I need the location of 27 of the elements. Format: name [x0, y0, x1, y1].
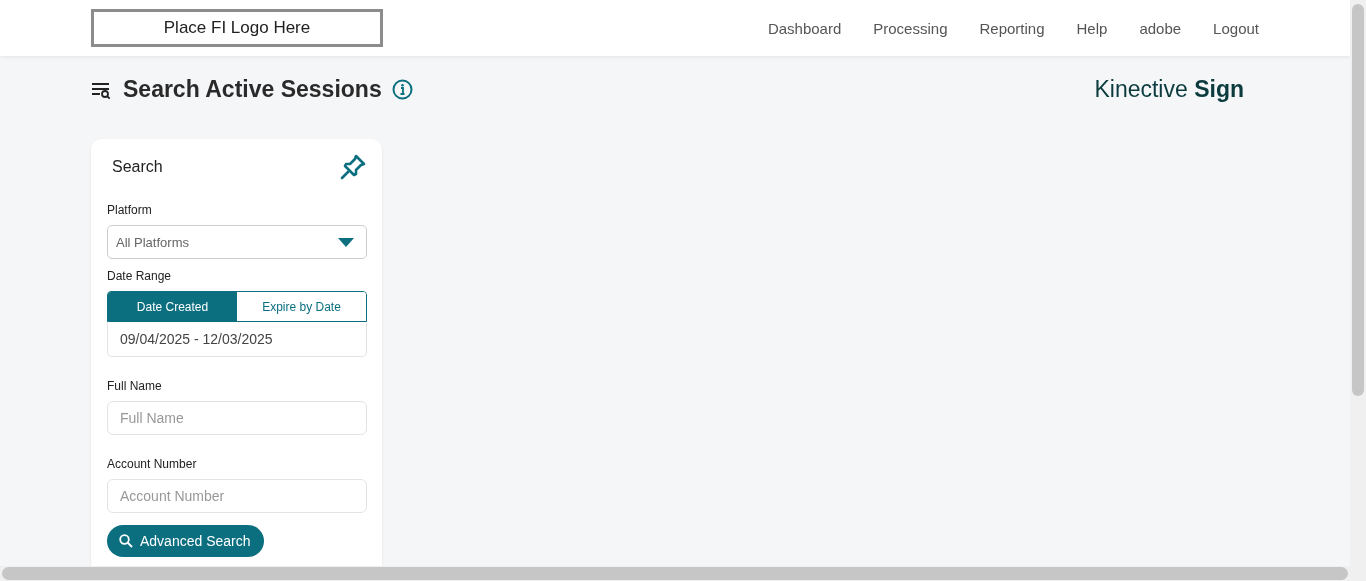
field-label: Full Name — [107, 379, 163, 393]
field-label: Account Number — [107, 457, 198, 471]
advanced-search-button[interactable]: Advanced Search — [107, 525, 264, 557]
pin-icon[interactable] — [339, 153, 367, 181]
search-icon — [119, 534, 133, 548]
nav-link[interactable]: Processing — [873, 19, 948, 37]
platform-dropdown[interactable]: All Platforms — [107, 225, 367, 259]
logo-placeholder-text: Place FI Logo Here — [163, 18, 311, 38]
horizontal-scrollbar[interactable] — [0, 566, 1366, 581]
date-tab[interactable]: Date Created — [108, 292, 237, 321]
filter-search-icon — [91, 80, 111, 99]
input-field[interactable]: Account Number — [107, 479, 367, 513]
info-icon[interactable] — [391, 79, 413, 100]
field-label: Platform — [107, 203, 153, 217]
panel-title: Search — [112, 158, 163, 176]
caret-icon — [338, 237, 354, 247]
vertical-scrollbar[interactable] — [1350, 0, 1366, 566]
field-label: Date Range — [107, 269, 173, 283]
nav-link[interactable]: Help — [1076, 19, 1108, 37]
page-title: Search Active Sessions — [123, 76, 382, 103]
brand-name: Kinective Sign — [1094, 76, 1244, 103]
nav-link[interactable]: Dashboard — [767, 19, 842, 37]
nav-link[interactable]: Reporting — [979, 19, 1045, 37]
nav-link[interactable]: adobe — [1139, 19, 1182, 37]
input-field[interactable]: Full Name — [107, 401, 367, 435]
date-range-field[interactable]: 09/04/2025 - 12/03/2025 — [107, 322, 367, 357]
nav-link[interactable]: Logout — [1213, 19, 1259, 37]
